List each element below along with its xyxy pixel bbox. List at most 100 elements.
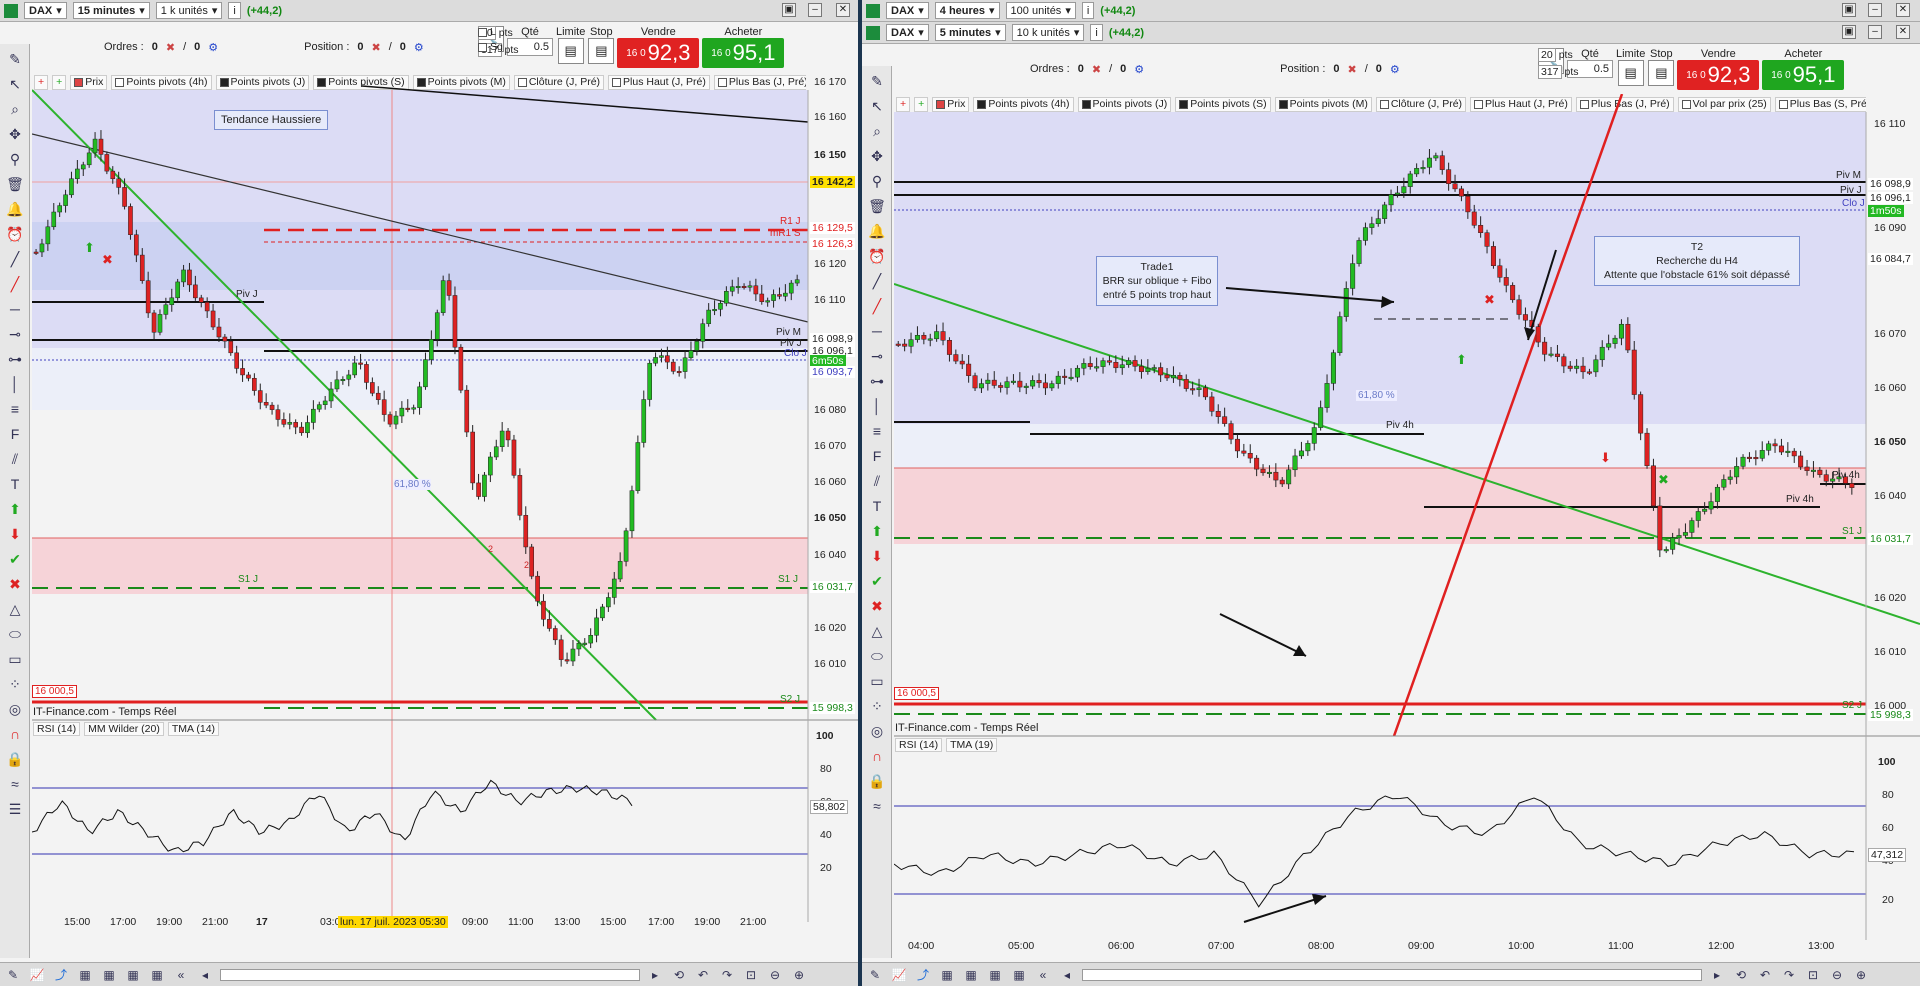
chart-type-icon[interactable]: 📈 (28, 967, 46, 983)
magnet-icon[interactable]: ⚲ (4, 149, 26, 169)
timeframe-select[interactable]: 5 minutes ▾ (934, 24, 1006, 41)
timeframe-select[interactable]: 15 minutes ▾ (72, 2, 150, 19)
check-icon[interactable]: ✔ (4, 549, 26, 569)
layout-icon[interactable]: ▦ (986, 967, 1004, 983)
alarm-icon[interactable]: ⏰ (866, 246, 888, 266)
draw-mode-icon[interactable]: ✎ (4, 967, 22, 983)
zoom-icon[interactable]: ⌕ (866, 121, 888, 141)
info-icon[interactable]: i (228, 2, 241, 19)
grid-icon[interactable]: ⁘ (4, 674, 26, 694)
close-icon[interactable]: ✕ (836, 3, 850, 17)
eye-icon[interactable]: ◎ (866, 721, 888, 741)
channel-icon[interactable]: ⫽ (4, 449, 26, 469)
arrow-up-icon[interactable]: ⬆ (866, 521, 888, 541)
cursor-icon[interactable]: ↖ (866, 96, 888, 116)
legend-tma[interactable]: TMA (19) (946, 738, 998, 752)
minimize-icon[interactable]: – (1868, 3, 1882, 17)
restore-icon[interactable]: ▣ (1842, 3, 1856, 17)
templates-icon[interactable]: ▦ (100, 967, 118, 983)
time-axis[interactable]: 04:00 05:00 06:00 07:00 08:00 09:00 10:0… (894, 940, 1866, 956)
pencil-icon[interactable]: ✎ (4, 49, 26, 69)
check-icon[interactable]: ✔ (866, 571, 888, 591)
line-tool-icon[interactable]: ╱ (866, 271, 888, 291)
chart-type-icon[interactable]: 📈 (890, 967, 908, 983)
hline-tool-icon[interactable]: ─ (866, 321, 888, 341)
zoom-out-icon[interactable]: ⊖ (1828, 967, 1846, 983)
layout-icon[interactable]: ▦ (124, 967, 142, 983)
redo-icon[interactable]: ↷ (718, 967, 736, 983)
triangle-icon[interactable]: △ (4, 599, 26, 619)
price-axis[interactable]: 16 170 16 160 16 150 16 120 16 110 16 08… (810, 76, 858, 696)
buy-button[interactable]: 16 0 95,1 (1762, 60, 1845, 90)
redo-icon[interactable]: ↷ (1780, 967, 1798, 983)
lock-icon[interactable]: 🔒 (866, 771, 888, 791)
point-tool-icon[interactable]: ⊶ (4, 349, 26, 369)
stop-button[interactable]: ▤ (1648, 60, 1675, 86)
arrow-down-icon[interactable]: ⬇ (866, 546, 888, 566)
reset-icon[interactable]: ⟲ (670, 967, 688, 983)
layers-icon[interactable]: ☰ (4, 799, 26, 819)
minimize-icon[interactable]: – (808, 3, 822, 17)
cross-icon[interactable]: ✖ (4, 574, 26, 594)
cursor-icon[interactable]: ↖ (4, 74, 26, 94)
arrow-down-icon[interactable]: ⬇ (4, 524, 26, 544)
fibonacci-icon[interactable]: ≡ (4, 399, 26, 419)
export-icon[interactable]: ▦ (148, 967, 166, 983)
legend-mm-wilder[interactable]: MM Wilder (20) (84, 722, 164, 736)
sell-button[interactable]: 16 0 92,3 (617, 38, 700, 68)
instrument-select[interactable]: DAX ▾ (24, 2, 67, 19)
zoom-fit-icon[interactable]: ⊡ (742, 967, 760, 983)
grid-icon[interactable]: ⁘ (866, 696, 888, 716)
eye-icon[interactable]: ◎ (4, 699, 26, 719)
settings-icon[interactable]: ⚙ (414, 41, 424, 54)
segment-tool-icon[interactable]: ⊸ (4, 324, 26, 344)
ellipse-icon[interactable]: ⬭ (4, 624, 26, 644)
ray-tool-icon[interactable]: ╱ (4, 274, 26, 294)
vline-tool-icon[interactable]: │ (4, 374, 26, 394)
limit-button[interactable]: ▤ (557, 38, 584, 64)
info-icon[interactable]: i (1090, 24, 1103, 41)
legend-rsi[interactable]: RSI (14) (895, 738, 943, 752)
rectangle-icon[interactable]: ▭ (4, 649, 26, 669)
share-icon[interactable]: ⤴ (914, 967, 932, 983)
close-icon[interactable]: ✕ (1896, 3, 1910, 17)
time-axis[interactable]: 15:00 17:00 19:00 21:00 17 03:0 09:00 11… (32, 916, 808, 932)
magnet-icon[interactable]: ⚲ (866, 171, 888, 191)
alarm-icon[interactable]: ⏰ (4, 224, 26, 244)
fib-fan-icon[interactable]: F (4, 424, 26, 444)
bell-icon[interactable]: 🔔 (4, 199, 26, 219)
line-tool-icon[interactable]: ╱ (4, 249, 26, 269)
annotation-tendance[interactable]: Tendance Haussiere (214, 110, 329, 130)
annotation-t2[interactable]: T2 Recherche du H4 Attente que l'obstacl… (1594, 236, 1800, 286)
magnet-red-icon[interactable]: ∩ (866, 746, 888, 766)
arrow-up-icon[interactable]: ⬆ (4, 499, 26, 519)
bell-icon[interactable]: 🔔 (866, 221, 888, 241)
zoom-fit-icon[interactable]: ⊡ (1804, 967, 1822, 983)
points-input[interactable]: 20 (1538, 48, 1556, 62)
lock-icon[interactable]: 🔒 (4, 749, 26, 769)
hline-tool-icon[interactable]: ─ (4, 299, 26, 319)
rectangle-icon[interactable]: ▭ (866, 671, 888, 691)
restore-icon[interactable]: ▣ (1842, 25, 1856, 39)
units-select[interactable]: 1 k unités ▾ (155, 2, 223, 19)
pencil-icon[interactable]: ✎ (866, 71, 888, 91)
zoom-icon[interactable]: ⌕ (4, 99, 26, 119)
ray-tool-icon[interactable]: ╱ (866, 296, 888, 316)
instrument-select[interactable]: DAX ▾ (886, 2, 929, 19)
channel-icon[interactable]: ⫽ (866, 471, 888, 491)
checkbox-l[interactable] (478, 27, 487, 37)
checkbox-sg[interactable] (478, 42, 487, 52)
scroll-left-icon[interactable]: « (172, 967, 190, 983)
left-price-chart[interactable] (32, 72, 858, 958)
trash-icon[interactable]: 🗑 (4, 174, 26, 194)
scroll-back-icon[interactable]: ◂ (1058, 967, 1076, 983)
close-icon[interactable]: ✕ (1896, 25, 1910, 39)
draw-mode-icon[interactable]: ✎ (866, 967, 884, 983)
settings-icon[interactable]: ⚙ (1390, 63, 1400, 76)
text-tool-icon[interactable]: T (866, 496, 888, 516)
export-icon[interactable]: ▦ (1010, 967, 1028, 983)
scroll-left-icon[interactable]: « (1034, 967, 1052, 983)
magnet-red-icon[interactable]: ∩ (4, 724, 26, 744)
cross-icon[interactable]: ✖ (866, 596, 888, 616)
horizontal-scrollbar[interactable] (220, 968, 640, 981)
